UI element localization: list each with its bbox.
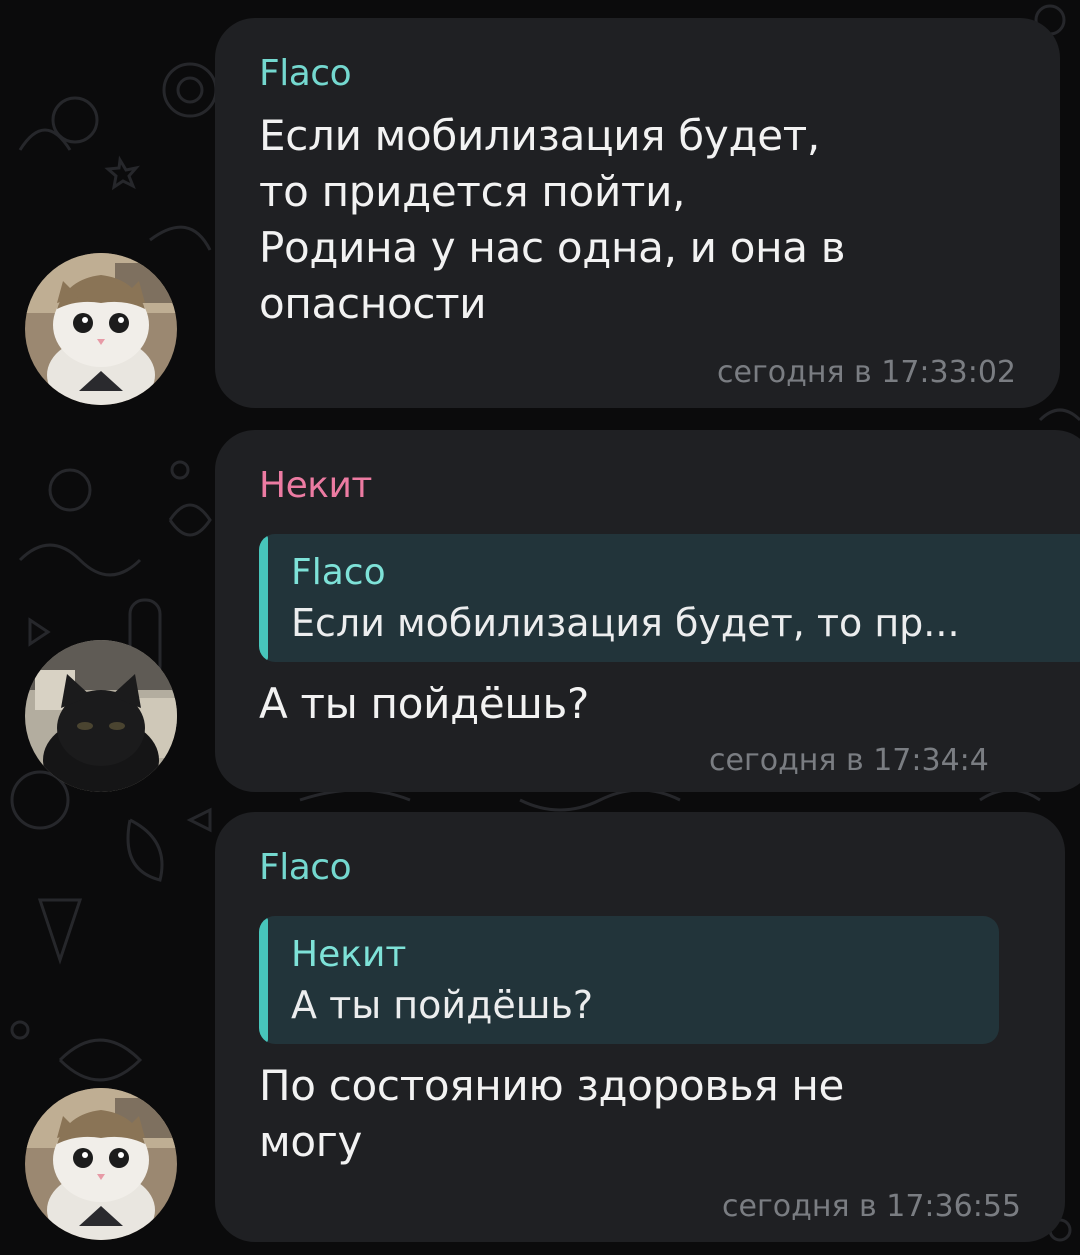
message-timestamp: сегодня в 17:36:55 bbox=[722, 1189, 1021, 1224]
message-bubble[interactable]: Некит Flaco Если мобилизация будет, то п… bbox=[215, 430, 1080, 792]
black-cat-photo-avatar-icon bbox=[25, 640, 177, 792]
avatar-flaco[interactable] bbox=[25, 253, 177, 405]
reply-text: А ты пойдёшь? bbox=[291, 983, 594, 1027]
message-bubble[interactable]: Flaco Если мобилизация будет, то придетс… bbox=[215, 18, 1060, 408]
reply-text: Если мобилизация будет, то пр... bbox=[291, 601, 960, 645]
avatar-nekit[interactable] bbox=[25, 640, 177, 792]
message-timestamp: сегодня в 17:33:02 bbox=[717, 355, 1016, 390]
message-text: А ты пойдёшь? bbox=[259, 679, 589, 728]
cat-photo-avatar-icon bbox=[25, 253, 177, 405]
message-timestamp: сегодня в 17:34:4 bbox=[709, 743, 989, 778]
reply-quote[interactable]: Некит А ты пойдёшь? bbox=[259, 916, 999, 1044]
cat-photo-avatar-icon bbox=[25, 1088, 177, 1240]
avatar-flaco[interactable] bbox=[25, 1088, 177, 1240]
reply-quote[interactable]: Flaco Если мобилизация будет, то пр... bbox=[259, 534, 1080, 662]
message-sender[interactable]: Flaco bbox=[259, 846, 1021, 890]
message-text: Если мобилизация будет, то придется пойт… bbox=[259, 111, 846, 328]
message-bubble[interactable]: Flaco Некит А ты пойдёшь? По состоянию з… bbox=[215, 812, 1065, 1242]
message-sender[interactable]: Flaco bbox=[259, 52, 1016, 96]
message-sender[interactable]: Некит bbox=[259, 464, 1051, 508]
reply-sender: Некит bbox=[291, 934, 407, 975]
reply-sender: Flaco bbox=[291, 552, 386, 593]
message-text: По состоянию здоровья не могу bbox=[259, 1061, 845, 1166]
